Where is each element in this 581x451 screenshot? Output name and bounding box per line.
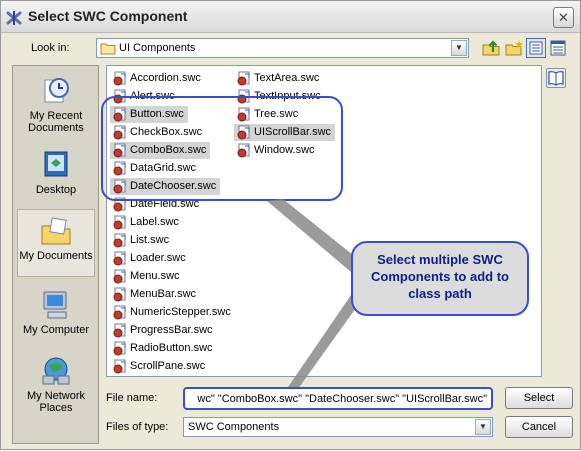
swc-file-icon <box>112 215 128 230</box>
file-item[interactable]: ProgressBar.swc <box>110 322 213 339</box>
callout-line: Components to add to <box>371 269 509 284</box>
file-name: Menu.swc <box>130 270 180 282</box>
swc-file-icon <box>112 71 128 86</box>
list-view-icon[interactable] <box>526 38 546 58</box>
my-computer-icon <box>39 288 73 322</box>
file-name: ProgressBar.swc <box>130 324 213 336</box>
cancel-button[interactable]: Cancel <box>505 416 573 438</box>
file-item[interactable]: RadioButton.swc <box>110 340 213 357</box>
file-name: TextArea.swc <box>254 72 320 84</box>
file-name-value: wc" "ComboBox.swc" "DateChooser.swc" "UI… <box>197 393 487 405</box>
place-label-line2: Places <box>39 402 73 414</box>
title-bar[interactable]: Select SWC Component ✕ <box>1 1 580 33</box>
file-item[interactable]: NumericStepper.swc <box>110 304 231 321</box>
file-type-value: SWC Components <box>188 421 280 433</box>
recent-documents-icon <box>39 74 73 108</box>
file-name-input[interactable]: wc" "ComboBox.swc" "DateChooser.swc" "UI… <box>183 387 493 410</box>
place-my-recent-documents[interactable]: My Recent Documents <box>17 70 95 138</box>
file-item[interactable]: Accordion.swc <box>110 70 201 87</box>
up-folder-icon[interactable] <box>481 38 501 58</box>
file-item[interactable]: List.swc <box>110 232 169 249</box>
chevron-down-icon[interactable]: ▼ <box>475 419 491 435</box>
file-name: Loader.swc <box>130 252 186 264</box>
file-type-dropdown[interactable]: SWC Components ▼ <box>183 417 493 437</box>
file-item[interactable]: Label.swc <box>110 214 179 231</box>
file-item[interactable]: MenuBar.swc <box>110 286 196 303</box>
place-desktop[interactable]: Desktop <box>17 144 95 212</box>
selection-highlight <box>101 96 343 201</box>
file-name: MenuBar.swc <box>130 288 197 300</box>
place-label-line2: Documents <box>28 122 84 134</box>
place-label: Desktop <box>35 184 77 196</box>
file-name-label: File name: <box>106 392 158 404</box>
place-label: My Documents <box>19 250 93 262</box>
look-in-label: Look in: <box>31 42 70 54</box>
file-name: RadioButton.swc <box>130 342 213 354</box>
swc-file-icon <box>112 341 128 356</box>
swc-file-icon <box>112 233 128 248</box>
swc-file-icon <box>112 251 128 266</box>
select-button[interactable]: Select <box>505 387 573 409</box>
place-my-documents[interactable]: My Documents <box>17 209 95 277</box>
callout-bubble: Select multiple SWC Components to add to… <box>351 241 529 316</box>
new-folder-icon[interactable] <box>504 38 524 58</box>
look-in-value: UI Components <box>119 42 196 54</box>
place-label: My Computer <box>22 324 90 336</box>
close-button[interactable]: ✕ <box>553 7 574 28</box>
file-name: ScrollPane.swc <box>130 360 206 372</box>
swc-file-icon <box>236 71 252 86</box>
file-item[interactable]: Loader.swc <box>110 250 186 267</box>
swc-file-icon <box>112 305 128 320</box>
file-name: Accordion.swc <box>130 72 201 84</box>
details-view-icon[interactable] <box>548 38 568 58</box>
place-label: My Recent <box>29 110 83 122</box>
file-name: List.swc <box>130 234 170 246</box>
select-swc-dialog: Select SWC Component ✕ Look in: UI Compo… <box>0 0 581 450</box>
swc-file-icon <box>112 269 128 284</box>
file-type-label: Files of type: <box>106 421 169 433</box>
window-title: Select SWC Component <box>28 8 188 24</box>
chevron-down-icon[interactable]: ▼ <box>451 40 467 56</box>
swc-file-icon <box>112 323 128 338</box>
app-icon <box>5 9 23 27</box>
callout-line: Select multiple SWC <box>377 252 503 267</box>
place-my-network-places[interactable]: My Network Places <box>17 350 95 418</box>
network-places-icon <box>39 354 73 388</box>
swc-file-icon <box>112 359 128 374</box>
desktop-icon <box>39 148 73 182</box>
my-documents-icon <box>39 214 73 248</box>
file-item[interactable]: Menu.swc <box>110 268 180 285</box>
look-in-dropdown[interactable]: UI Components ▼ <box>96 38 469 58</box>
folder-icon <box>100 42 116 55</box>
file-item[interactable]: TextArea.swc <box>234 70 319 87</box>
file-name: NumericStepper.swc <box>130 306 231 318</box>
place-my-computer[interactable]: My Computer <box>17 284 95 352</box>
swc-file-icon <box>112 287 128 302</box>
file-name: Label.swc <box>130 216 179 228</box>
book-icon[interactable] <box>546 68 566 88</box>
file-item[interactable]: ScrollPane.swc <box>110 358 205 375</box>
callout-line: class path <box>408 286 472 301</box>
places-bar: My Recent Documents Desktop My Documents <box>12 65 99 444</box>
place-label: My Network <box>26 390 86 402</box>
